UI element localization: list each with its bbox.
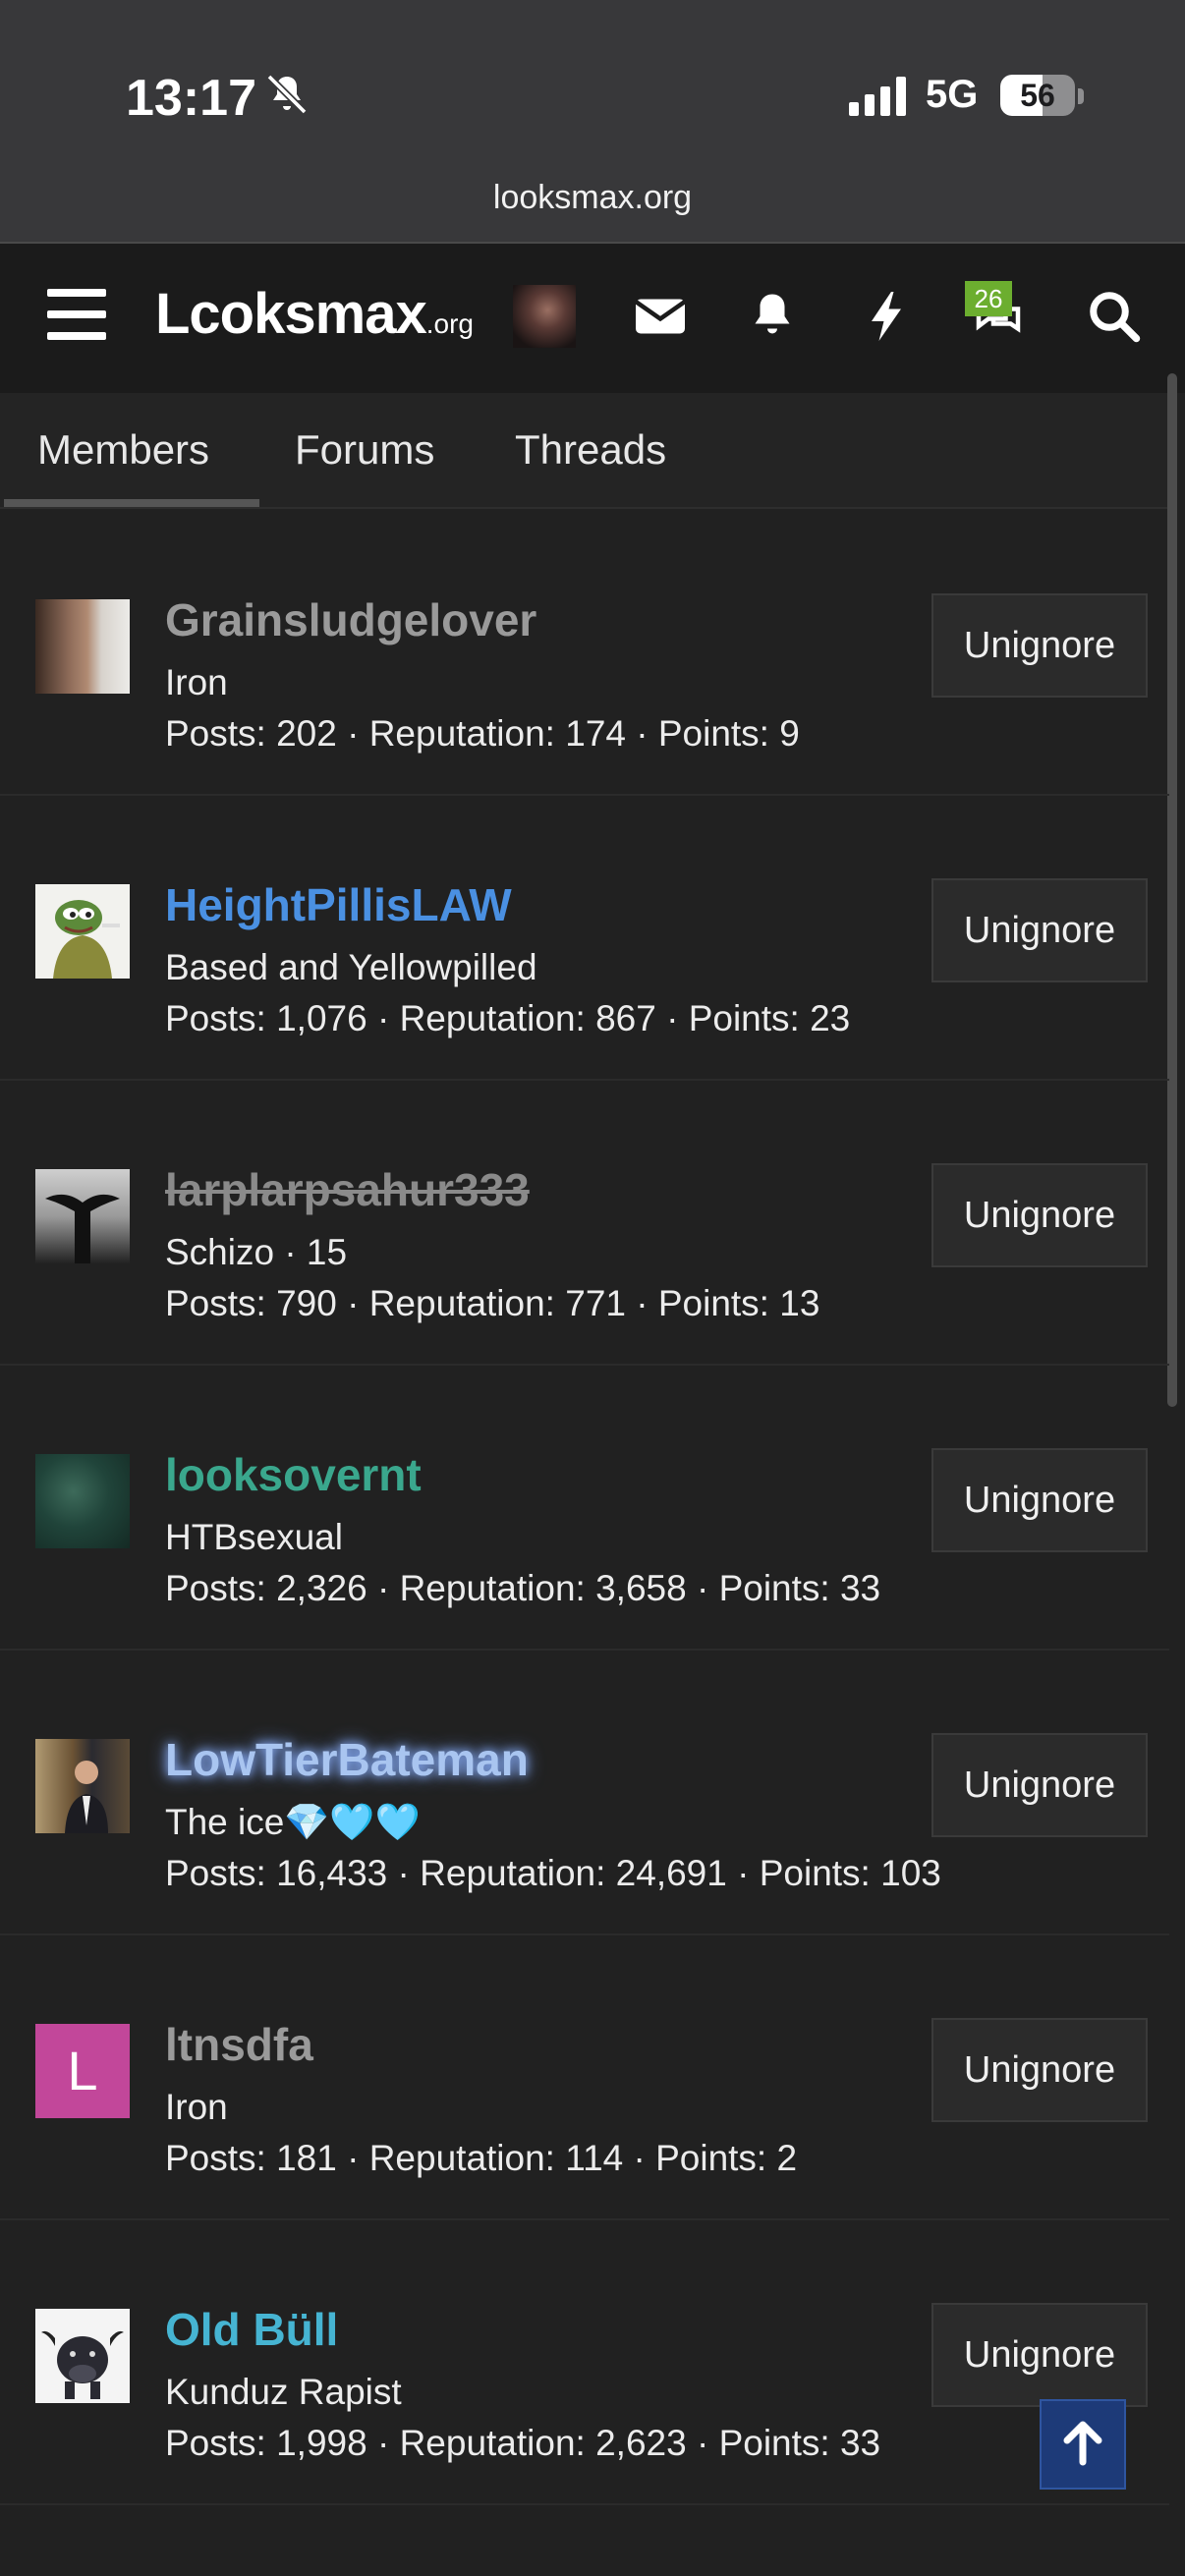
- avatar[interactable]: [35, 1454, 130, 1548]
- battery-cap: [1078, 88, 1084, 104]
- member-name[interactable]: Old Büll: [165, 2303, 338, 2356]
- lightning-icon[interactable]: [857, 287, 916, 346]
- member-name[interactable]: larplarpsahur333: [165, 1163, 530, 1216]
- member-stats: Posts: 181 · Reputation: 114 · Points: 2: [165, 2138, 798, 2178]
- member-title: The ice💎🩵🩵: [165, 1802, 421, 1842]
- list-item: LowTierBateman The ice💎🩵🩵 Posts: 16,433 …: [0, 1651, 1169, 1935]
- member-stats: Posts: 202 · Reputation: 174 · Points: 9: [165, 713, 800, 754]
- unignore-button[interactable]: Unignore: [931, 878, 1148, 982]
- list-item: larplarpsahur333 Schizo · 15 Posts: 790 …: [0, 1081, 1169, 1366]
- member-title: Based and Yellowpilled: [165, 947, 537, 987]
- scroll-to-top-button[interactable]: [1040, 2399, 1126, 2490]
- unignore-button[interactable]: Unignore: [931, 1733, 1148, 1837]
- avatar[interactable]: [35, 2309, 130, 2403]
- member-stats: Posts: 790 · Reputation: 771 · Points: 1…: [165, 1283, 820, 1323]
- battery-icon: 56: [1000, 75, 1075, 116]
- site-logo[interactable]: Lcoksmax.org: [155, 281, 474, 347]
- unignore-button[interactable]: Unignore: [931, 593, 1148, 698]
- unignore-button[interactable]: Unignore: [931, 1448, 1148, 1552]
- avatar[interactable]: [35, 1169, 130, 1263]
- bull-avatar-icon: [41, 2330, 124, 2399]
- tab-forums[interactable]: Forums: [295, 393, 434, 507]
- status-bar: 13:17 5G 56: [0, 0, 1185, 177]
- unignore-button[interactable]: Unignore: [931, 2018, 1148, 2122]
- member-stats: Posts: 2,326 · Reputation: 3,658 · Point…: [165, 1568, 881, 1608]
- member-name[interactable]: looksovernt: [165, 1448, 422, 1501]
- list-item: looksovernt HTBsexual Posts: 2,326 · Rep…: [0, 1366, 1169, 1651]
- status-time: 13:17: [126, 70, 256, 127]
- list-item: HeightPillisLAW Based and Yellowpilled P…: [0, 796, 1169, 1081]
- tab-bar: Members Forums Threads: [0, 393, 1169, 509]
- alerts-badge: 26: [965, 281, 1012, 316]
- member-name[interactable]: LowTierBateman: [165, 1733, 529, 1786]
- list-item: L ltnsdfa Iron Posts: 181 · Reputation: …: [0, 1935, 1169, 2220]
- member-stats: Posts: 1,998 · Reputation: 2,623 · Point…: [165, 2423, 881, 2463]
- tab-members[interactable]: Members: [37, 393, 209, 507]
- logo-main: Lcoksmax: [155, 282, 427, 346]
- bell-muted-icon: [266, 74, 308, 115]
- user-avatar[interactable]: [513, 285, 576, 348]
- tab-threads[interactable]: Threads: [515, 393, 666, 507]
- list-item: Old Büll Kunduz Rapist Posts: 1,998 · Re…: [0, 2220, 1169, 2505]
- avatar[interactable]: [35, 884, 130, 979]
- member-title: HTBsexual: [165, 1517, 343, 1557]
- logo-suffix: .org: [425, 308, 474, 339]
- list-item: Grainsludgelover Iron Posts: 202 · Reput…: [0, 511, 1169, 796]
- network-type: 5G: [926, 73, 979, 116]
- member-stats: Posts: 1,076 · Reputation: 867 · Points:…: [165, 998, 851, 1038]
- menu-icon[interactable]: [47, 289, 106, 344]
- arrow-up-icon: [1063, 2421, 1102, 2466]
- avatar[interactable]: [35, 1739, 130, 1833]
- member-name[interactable]: ltnsdfa: [165, 2018, 313, 2071]
- person-avatar-icon: [65, 1761, 108, 1833]
- member-title: Schizo · 15: [165, 1232, 348, 1272]
- battery-percent: 56: [1020, 78, 1055, 113]
- member-name[interactable]: HeightPillisLAW: [165, 878, 512, 931]
- member-title: Iron: [165, 2087, 228, 2127]
- envelope-icon[interactable]: [631, 287, 690, 346]
- figure-avatar-icon: [45, 1194, 120, 1263]
- member-name[interactable]: Grainsludgelover: [165, 593, 536, 646]
- active-tab-indicator: [4, 499, 259, 507]
- pepe-avatar-icon: [53, 900, 120, 979]
- bell-icon[interactable]: [743, 287, 802, 346]
- url-text[interactable]: looksmax.org: [0, 179, 1185, 217]
- avatar[interactable]: [35, 599, 130, 694]
- member-title: Kunduz Rapist: [165, 2372, 402, 2412]
- search-icon[interactable]: [1085, 287, 1144, 346]
- unignore-button[interactable]: Unignore: [931, 2303, 1148, 2407]
- unignore-button[interactable]: Unignore: [931, 1163, 1148, 1267]
- avatar-letter: L: [67, 2040, 98, 2101]
- avatar[interactable]: L: [35, 2024, 130, 2118]
- cell-signal-icon: [849, 77, 906, 116]
- site-header: Lcoksmax.org 26: [0, 244, 1185, 393]
- member-title: Iron: [165, 662, 228, 702]
- member-stats: Posts: 16,433 · Reputation: 24,691 · Poi…: [165, 1853, 941, 1893]
